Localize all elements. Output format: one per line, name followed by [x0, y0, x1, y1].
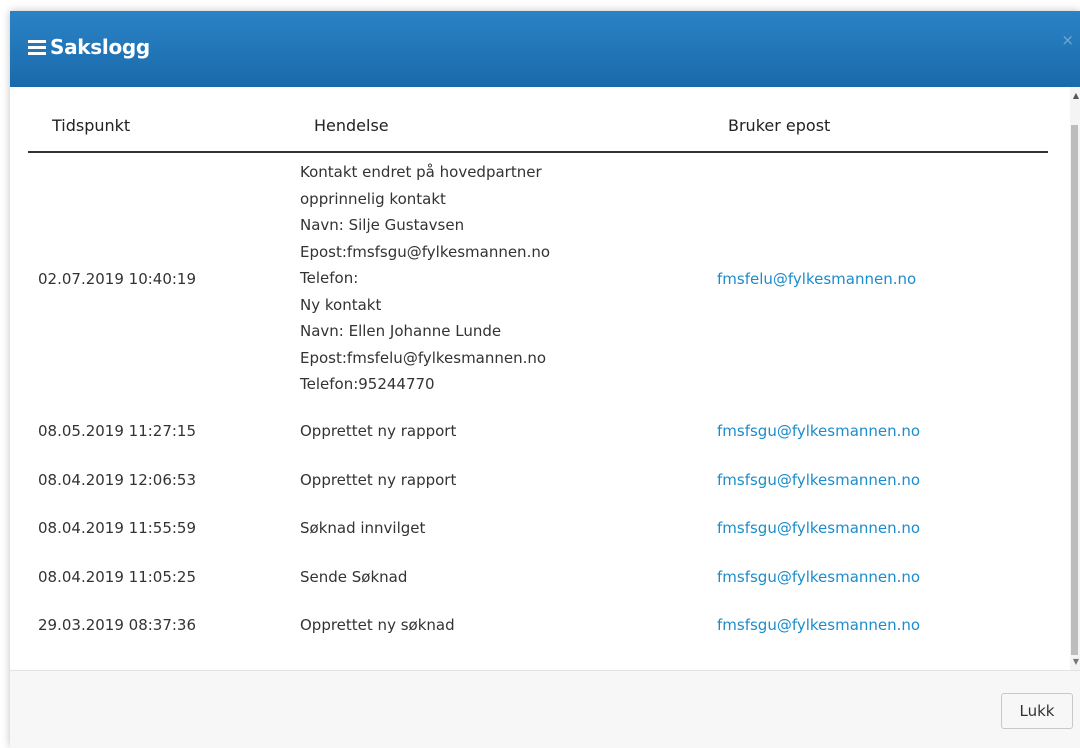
- row-event: Søknad innvilget: [300, 519, 426, 537]
- row-event: Kontakt endret på hovedpartner opprinnel…: [300, 163, 551, 393]
- scrollbar-thumb[interactable]: [1071, 125, 1078, 655]
- row-time: 08.04.2019 11:05:25: [38, 568, 197, 586]
- dialog-title: Sakslogg: [50, 35, 150, 59]
- row-email-link[interactable]: fmsfsgu@fylkesmannen.no: [717, 471, 920, 489]
- row-time: 29.03.2019 08:37:36: [38, 616, 197, 634]
- row-event: Opprettet ny rapport: [300, 422, 457, 440]
- column-header-time: Tidspunkt: [52, 116, 131, 135]
- row-time: 08.04.2019 11:55:59: [38, 519, 197, 537]
- dialog-body: Tidspunkt Hendelse Bruker epost 02.07.20…: [10, 87, 1080, 670]
- dialog-header: Sakslogg ×: [10, 11, 1080, 87]
- row-email-link[interactable]: fmsfsgu@fylkesmannen.no: [717, 616, 920, 634]
- row-event: Opprettet ny søknad: [300, 616, 455, 634]
- close-icon[interactable]: ×: [1061, 31, 1074, 49]
- table-header: Tidspunkt Hendelse Bruker epost: [28, 87, 1048, 153]
- row-email-link[interactable]: fmsfsgu@fylkesmannen.no: [717, 422, 920, 440]
- row-event: Opprettet ny rapport: [300, 471, 457, 489]
- row-email-link[interactable]: fmsfsgu@fylkesmannen.no: [717, 568, 920, 586]
- row-event: Sende Søknad: [300, 568, 408, 586]
- scroll-up-icon[interactable]: ▲: [1073, 91, 1079, 100]
- row-time: 08.04.2019 12:06:53: [38, 471, 197, 489]
- close-button[interactable]: Lukk: [1001, 693, 1073, 729]
- row-email-link[interactable]: fmsfelu@fylkesmannen.no: [717, 270, 916, 288]
- dialog-footer: Lukk: [10, 670, 1080, 748]
- row-email-link[interactable]: fmsfsgu@fylkesmannen.no: [717, 519, 920, 537]
- list-icon: [28, 39, 46, 55]
- row-time: 08.05.2019 11:27:15: [38, 422, 197, 440]
- dialog-title-wrap: Sakslogg: [28, 35, 150, 59]
- scroll-down-icon[interactable]: ▼: [1073, 657, 1079, 666]
- sakslogg-dialog: Sakslogg × Tidspunkt Hendelse Bruker epo…: [10, 11, 1080, 748]
- column-header-email: Bruker epost: [728, 116, 831, 135]
- column-header-event: Hendelse: [314, 116, 389, 135]
- row-time: 02.07.2019 10:40:19: [38, 270, 197, 288]
- vertical-scrollbar[interactable]: ▲ ▼: [1070, 87, 1080, 670]
